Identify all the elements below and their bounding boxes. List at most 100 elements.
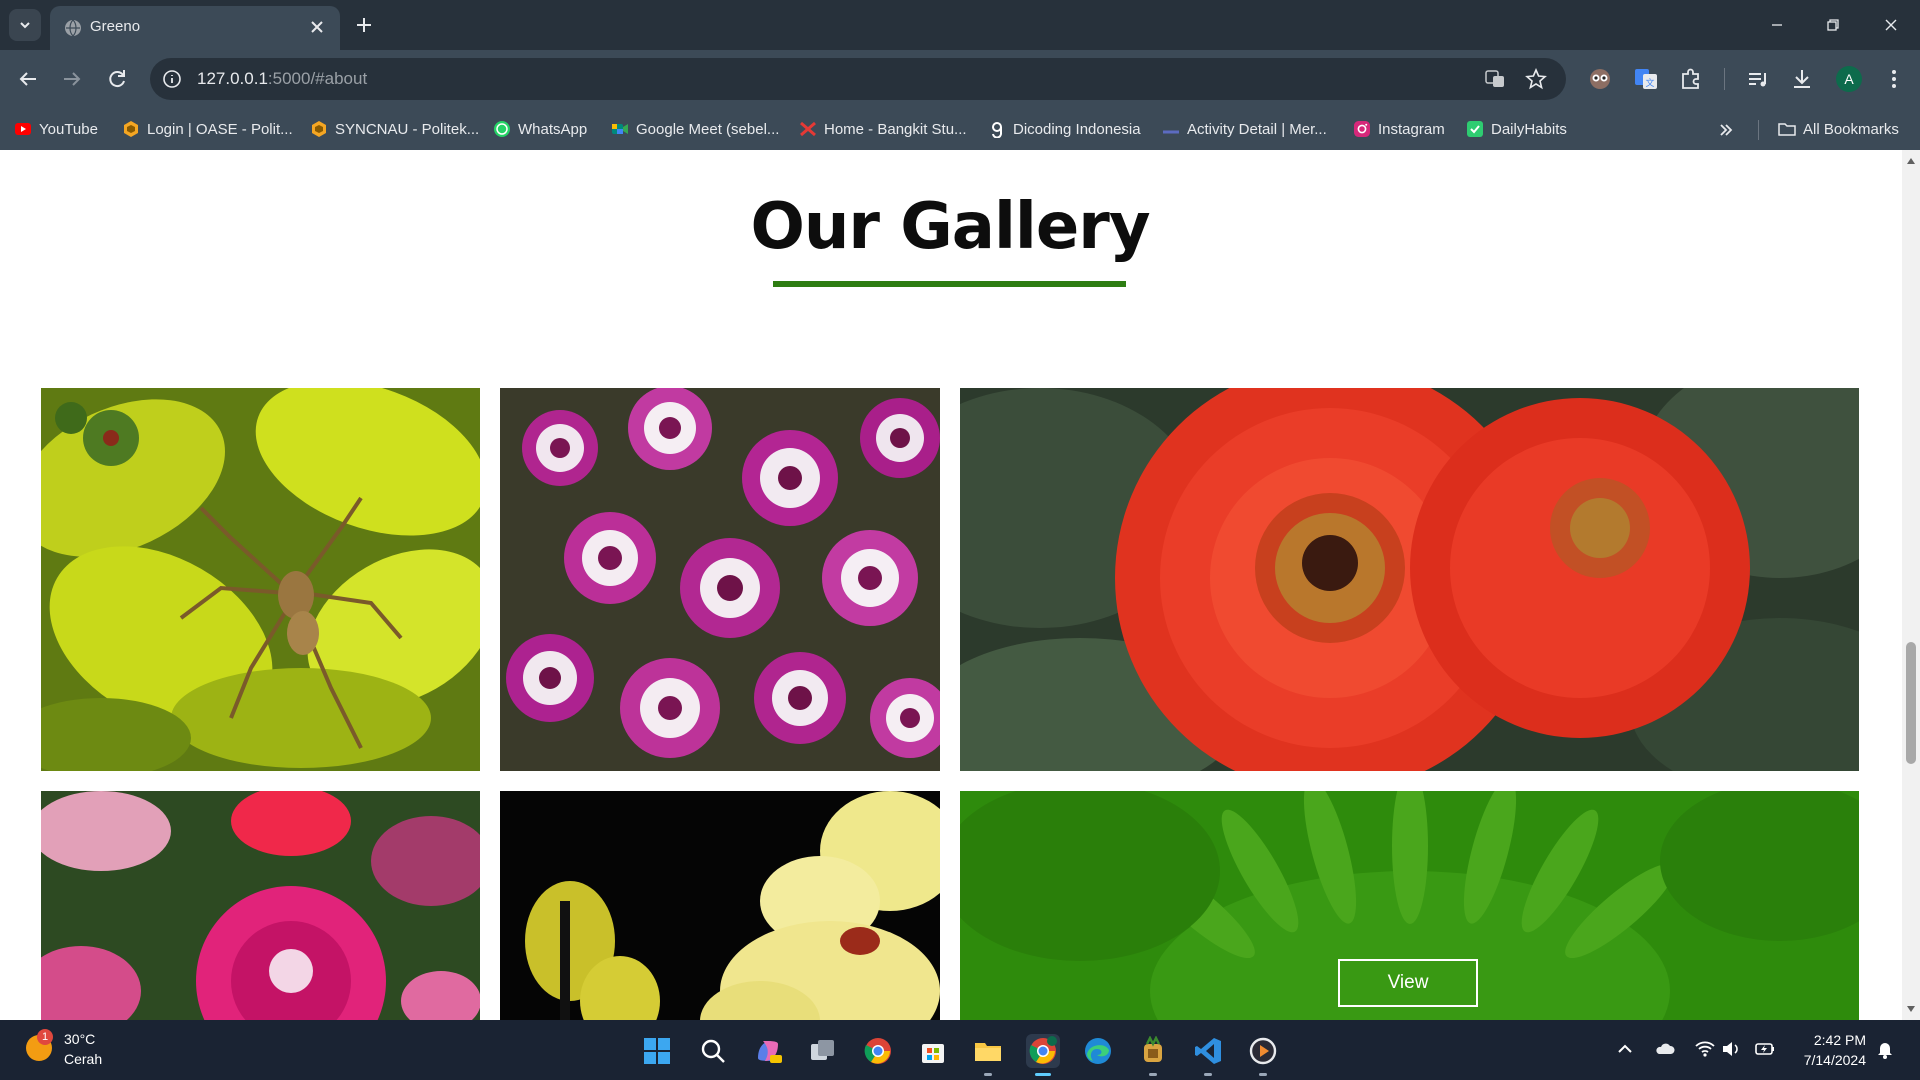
edge-app[interactable]	[1081, 1034, 1115, 1068]
minimize-icon[interactable]	[1764, 12, 1790, 38]
volume-icon[interactable]	[1720, 1038, 1742, 1060]
page-scrollbar[interactable]	[1902, 150, 1920, 1020]
python-icon	[1144, 1036, 1162, 1062]
bookmark-bangkit[interactable]: Home - Bangkit Stu...	[799, 118, 967, 140]
orchid-flowers-image	[500, 791, 940, 1020]
bookmark-oase[interactable]: Login | OASE - Polit...	[122, 118, 293, 140]
gallery-image-overlay[interactable]: View	[960, 791, 1859, 1020]
weather-description: Cerah	[64, 1051, 103, 1067]
url-text[interactable]: 127.0.0.1:5000/#about	[197, 69, 367, 89]
toolbar-divider	[1724, 68, 1725, 90]
battery-charging-icon[interactable]	[1754, 1038, 1776, 1060]
google-meet-icon	[612, 124, 628, 134]
running-indicator	[1149, 1073, 1157, 1076]
onedrive-cloud-icon[interactable]	[1654, 1038, 1676, 1060]
bookmark-instagram[interactable]: Instagram	[1353, 118, 1445, 140]
reload-icon[interactable]	[103, 65, 131, 93]
tab-search-button[interactable]	[9, 9, 41, 41]
forward-arrow-icon[interactable]	[58, 65, 86, 93]
bookmark-youtube[interactable]: YouTube	[14, 118, 98, 140]
all-bookmarks-label: All Bookmarks	[1803, 120, 1899, 138]
gallery-image-dianthus[interactable]	[41, 791, 480, 1020]
bookmark-google-meet[interactable]: Google Meet (sebel...	[611, 118, 779, 140]
folder-icon	[975, 1043, 1001, 1061]
bookmark-dailyhabits[interactable]: DailyHabits	[1466, 118, 1567, 140]
chrome-app-active[interactable]	[1026, 1034, 1060, 1076]
view-button[interactable]: View	[1338, 959, 1478, 1007]
bookmark-label: Google Meet (sebel...	[636, 120, 780, 138]
task-view[interactable]	[806, 1034, 840, 1068]
gerbera-flowers-image	[960, 388, 1859, 771]
browser-toolbar: 127.0.0.1:5000/#about 文 A	[0, 50, 1920, 108]
address-bar[interactable]: 127.0.0.1:5000/#about	[150, 58, 1566, 100]
notification-bell-icon[interactable]	[1874, 1038, 1896, 1060]
file-explorer-app[interactable]	[971, 1034, 1005, 1076]
bookmarks-bar: YouTube Login | OASE - Polit... SYNCNAU …	[0, 108, 1920, 150]
wifi-icon[interactable]	[1694, 1038, 1716, 1060]
tab-title: Greeno	[90, 18, 141, 35]
gallery-image-gerbera[interactable]	[960, 388, 1859, 771]
cineraria-flowers-image	[500, 388, 940, 771]
microsoft-store-app[interactable]	[916, 1034, 950, 1068]
bookmark-whatsapp[interactable]: WhatsApp	[493, 118, 587, 140]
more-bookmarks-chevron-icon[interactable]	[1717, 121, 1735, 139]
restore-icon[interactable]	[1820, 12, 1846, 38]
gallery-image-orchids[interactable]	[500, 791, 940, 1020]
dicoding-icon	[992, 122, 1002, 138]
media-player-app[interactable]	[1246, 1034, 1280, 1076]
clock-time: 2:42 PM	[1813, 1032, 1866, 1048]
back-arrow-icon[interactable]	[14, 65, 42, 93]
more-menu-icon[interactable]	[1880, 65, 1908, 93]
copilot-app[interactable]	[751, 1034, 785, 1068]
show-hidden-icons-chevron-icon[interactable]	[1614, 1038, 1636, 1060]
gallery-image-cineraria[interactable]	[500, 388, 940, 771]
close-tab-icon[interactable]	[308, 18, 326, 36]
python-idle-app[interactable]	[1136, 1034, 1170, 1076]
search-icon	[701, 1039, 725, 1063]
scroll-up-arrow-icon[interactable]	[1907, 158, 1915, 164]
bookmark-syncnau[interactable]: SYNCNAU - Politek...	[310, 118, 479, 140]
google-translate-icon[interactable]: 文	[1632, 65, 1660, 93]
extension-owl-icon[interactable]	[1586, 65, 1614, 93]
translate-icon[interactable]	[1484, 68, 1506, 90]
vscode-app[interactable]	[1191, 1034, 1225, 1076]
bookmark-activity-detail[interactable]: Activity Detail | Mer...	[1162, 118, 1327, 140]
bookmarks-divider	[1758, 120, 1759, 140]
youtube-icon	[15, 123, 31, 135]
browser-tab[interactable]: Greeno	[50, 6, 340, 50]
running-indicator	[1259, 1073, 1267, 1076]
weather-widget[interactable]: 1 30°C Cerah	[26, 1029, 102, 1069]
bookmark-label: Home - Bangkit Stu...	[824, 120, 967, 138]
running-indicator	[1204, 1073, 1212, 1076]
bookmark-label: Login | OASE - Polit...	[147, 120, 293, 138]
taskbar-search[interactable]	[696, 1034, 730, 1068]
bangkit-icon	[800, 121, 816, 137]
start-button[interactable]	[640, 1034, 674, 1068]
chevron-down-icon	[20, 22, 30, 29]
scrollbar-thumb[interactable]	[1906, 642, 1916, 764]
media-controls-icon[interactable]	[1744, 65, 1772, 93]
dianthus-flowers-image	[41, 791, 480, 1020]
bookmark-star-icon[interactable]	[1525, 68, 1547, 90]
chrome-app-1[interactable]	[861, 1034, 895, 1068]
temperature: 30°C	[64, 1031, 96, 1047]
folder-icon	[1778, 123, 1796, 136]
all-bookmarks-button[interactable]: All Bookmarks	[1778, 118, 1899, 140]
gallery-image-spider[interactable]	[41, 388, 480, 771]
site-info-icon[interactable]	[162, 69, 182, 89]
close-window-icon[interactable]	[1878, 12, 1904, 38]
bookmark-dicoding[interactable]: Dicoding Indonesia	[988, 118, 1141, 140]
bookmark-label: YouTube	[39, 120, 98, 138]
oase-icon	[124, 121, 138, 137]
system-clock[interactable]: 2:42 PM 7/14/2024	[1790, 1030, 1866, 1070]
download-icon[interactable]	[1788, 65, 1816, 93]
extensions-puzzle-icon[interactable]	[1677, 65, 1705, 93]
new-tab-icon[interactable]	[352, 13, 376, 37]
profile-avatar[interactable]: A	[1836, 66, 1862, 92]
scroll-down-arrow-icon[interactable]	[1907, 1006, 1915, 1012]
clock-date: 7/14/2024	[1803, 1052, 1866, 1068]
syncnau-icon	[312, 121, 326, 137]
svg-text:文: 文	[1645, 77, 1654, 89]
activity-icon	[1163, 130, 1179, 134]
bookmark-label: SYNCNAU - Politek...	[335, 120, 480, 138]
